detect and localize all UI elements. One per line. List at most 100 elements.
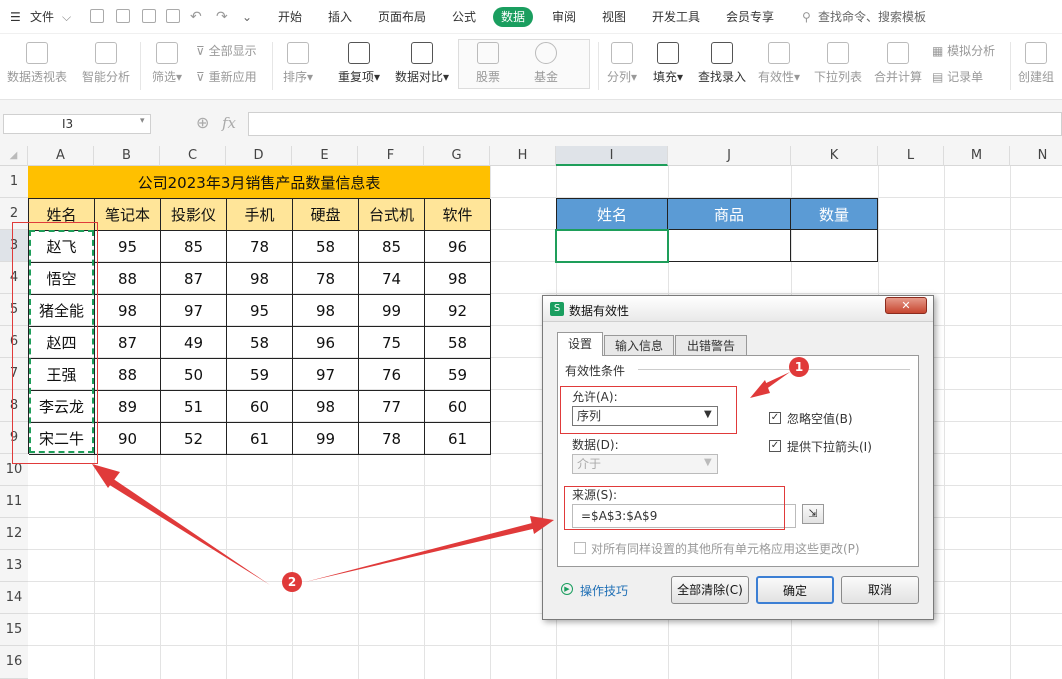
consolidate-button[interactable]: 合并计算 xyxy=(872,42,924,85)
reapply-button[interactable]: ⊽ 重新应用 xyxy=(196,68,257,85)
table-cell[interactable]: 88 xyxy=(95,359,161,391)
menu-insert[interactable]: 插入 xyxy=(328,0,352,34)
table-cell[interactable]: 51 xyxy=(161,391,227,423)
table-cell[interactable]: 96 xyxy=(425,231,491,263)
column-header-d[interactable]: D xyxy=(226,146,292,166)
simulate-analysis-button[interactable]: ▦ 模拟分析 xyxy=(932,42,995,59)
chevron-down-icon[interactable]: ⌵ xyxy=(62,0,71,34)
fill-button[interactable]: 填充▾ xyxy=(650,42,686,85)
column-header-n[interactable]: N xyxy=(1010,146,1062,166)
table-header-cell[interactable]: 硬盘 xyxy=(293,199,359,231)
table-header-cell[interactable]: 手机 xyxy=(227,199,293,231)
ignore-blank-checkbox[interactable]: ✓ xyxy=(769,412,781,424)
lookup-cell-product[interactable] xyxy=(668,230,791,262)
table-cell[interactable]: 92 xyxy=(425,295,491,327)
table-cell[interactable]: 58 xyxy=(227,327,293,359)
table-cell[interactable]: 98 xyxy=(293,391,359,423)
select-all-corner[interactable]: ◢ xyxy=(0,146,28,166)
table-cell[interactable]: 98 xyxy=(227,263,293,295)
table-header-cell[interactable]: 笔记本 xyxy=(95,199,161,231)
menu-developer[interactable]: 开发工具 xyxy=(652,0,700,34)
table-cell[interactable]: 88 xyxy=(95,263,161,295)
row-header-11[interactable]: 11 xyxy=(0,486,28,518)
tips-link[interactable]: 操作技巧 xyxy=(580,582,628,599)
table-cell[interactable]: 61 xyxy=(227,423,293,455)
table-cell[interactable]: 89 xyxy=(95,391,161,423)
tab-input-info[interactable]: 输入信息 xyxy=(604,335,674,356)
collapse-range-icon[interactable]: ⇲ xyxy=(802,504,824,524)
stock-button[interactable]: 股票 xyxy=(468,42,508,85)
column-header-l[interactable]: L xyxy=(878,146,944,166)
play-tips-icon[interactable]: ▶ xyxy=(561,583,573,595)
table-cell[interactable]: 87 xyxy=(95,327,161,359)
table-cell[interactable]: 77 xyxy=(359,391,425,423)
export-icon[interactable] xyxy=(116,9,130,23)
table-cell[interactable]: 74 xyxy=(359,263,425,295)
record-form-button[interactable]: ▤ 记录单 xyxy=(932,68,983,85)
command-search[interactable]: 查找命令、搜索模板 xyxy=(818,0,926,34)
ok-button[interactable]: 确定 xyxy=(756,576,834,604)
table-cell[interactable]: 99 xyxy=(293,423,359,455)
column-header-k[interactable]: K xyxy=(791,146,878,166)
table-cell[interactable]: 78 xyxy=(359,423,425,455)
lookup-header-name[interactable]: 姓名 xyxy=(556,198,668,230)
table-cell[interactable]: 75 xyxy=(359,327,425,359)
print-icon[interactable] xyxy=(142,9,156,23)
table-header-cell[interactable]: 台式机 xyxy=(359,199,425,231)
table-cell[interactable]: 78 xyxy=(227,231,293,263)
column-header-c[interactable]: C xyxy=(160,146,226,166)
fund-button[interactable]: 基金 xyxy=(526,42,566,85)
row-header-13[interactable]: 13 xyxy=(0,550,28,582)
menu-member[interactable]: 会员专享 xyxy=(726,0,774,34)
table-cell[interactable]: 85 xyxy=(359,231,425,263)
formula-input[interactable] xyxy=(248,112,1062,136)
table-cell[interactable]: 99 xyxy=(359,295,425,327)
preview-icon[interactable] xyxy=(166,9,180,23)
column-header-j[interactable]: J xyxy=(668,146,791,166)
table-cell[interactable]: 49 xyxy=(161,327,227,359)
chevron-down-icon[interactable]: ▼ xyxy=(704,457,712,468)
table-cell[interactable]: 59 xyxy=(227,359,293,391)
sort-button[interactable]: 排序▾ xyxy=(280,42,316,85)
column-header-a[interactable]: A xyxy=(28,146,94,166)
lookup-header-quantity[interactable]: 数量 xyxy=(791,198,878,230)
row-header-1[interactable]: 1 xyxy=(0,166,28,198)
validity-button[interactable]: 有效性▾ xyxy=(756,42,802,85)
row-header-15[interactable]: 15 xyxy=(0,614,28,646)
tab-settings[interactable]: 设置 xyxy=(557,332,603,356)
tab-error-alert[interactable]: 出错警告 xyxy=(675,335,747,356)
table-cell[interactable]: 97 xyxy=(161,295,227,327)
column-header-b[interactable]: B xyxy=(94,146,160,166)
menu-layout[interactable]: 页面布局 xyxy=(378,0,426,34)
table-cell[interactable]: 59 xyxy=(425,359,491,391)
fx-icon[interactable]: fx xyxy=(222,114,236,132)
create-group-button[interactable]: 创建组 xyxy=(1016,42,1056,85)
show-all-button[interactable]: ⊽ 全部显示 xyxy=(196,42,257,59)
more-icon[interactable]: ⌄ xyxy=(242,0,252,34)
row-header-16[interactable]: 16 xyxy=(0,646,28,679)
table-title[interactable]: 公司2023年3月销售产品数量信息表 xyxy=(28,166,490,198)
lookup-cell-quantity[interactable] xyxy=(791,230,878,262)
redo-icon[interactable]: ↷ xyxy=(216,0,228,34)
table-cell[interactable]: 98 xyxy=(95,295,161,327)
name-box[interactable]: I3 xyxy=(3,114,151,134)
table-header-cell[interactable]: 投影仪 xyxy=(161,199,227,231)
column-header-h[interactable]: H xyxy=(490,146,556,166)
dropdown-arrow-checkbox[interactable]: ✓ xyxy=(769,440,781,452)
data-compare-button[interactable]: 数据对比▾ xyxy=(392,42,452,85)
menu-icon[interactable]: ☰ xyxy=(10,0,21,34)
menu-formula[interactable]: 公式 xyxy=(452,0,476,34)
table-cell[interactable]: 61 xyxy=(425,423,491,455)
table-cell[interactable]: 95 xyxy=(95,231,161,263)
table-cell[interactable]: 95 xyxy=(227,295,293,327)
table-cell[interactable]: 52 xyxy=(161,423,227,455)
table-cell[interactable]: 97 xyxy=(293,359,359,391)
column-header-e[interactable]: E xyxy=(292,146,358,166)
apply-all-checkbox[interactable] xyxy=(574,542,586,554)
pivot-button[interactable]: 数据透视表 xyxy=(6,42,68,85)
menu-home[interactable]: 开始 xyxy=(278,0,302,34)
column-header-m[interactable]: M xyxy=(944,146,1010,166)
zoom-icon[interactable]: ⊕ xyxy=(196,113,209,132)
data-select[interactable]: 介于 xyxy=(572,454,718,474)
dropdown-list-button[interactable]: 下拉列表 xyxy=(812,42,864,85)
